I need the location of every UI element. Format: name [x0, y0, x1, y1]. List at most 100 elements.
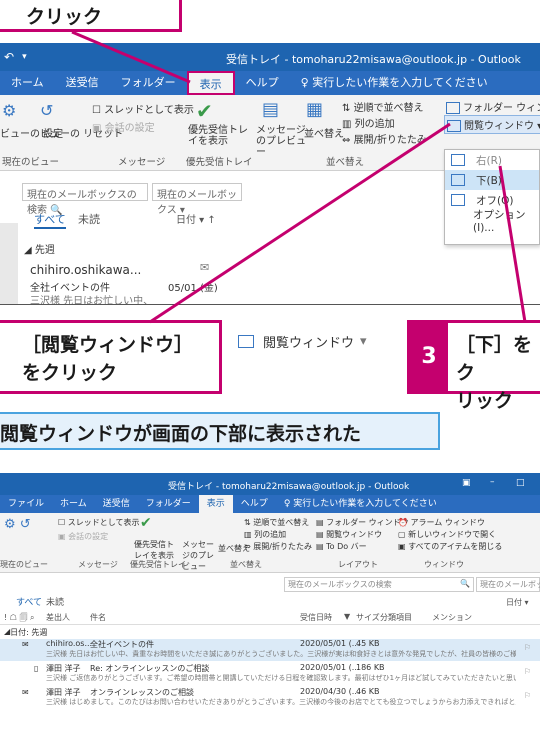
tell-me-box[interactable]: ♀ 実行したい作業を入力してください [276, 495, 445, 513]
header-size[interactable]: サイズ [356, 612, 380, 623]
tab-home[interactable]: ホーム [52, 495, 95, 513]
ribbon-display-icon[interactable]: ▣ [462, 478, 471, 488]
envelope-icon: ✉ [200, 261, 210, 274]
reverse-sort-button[interactable]: ⇅ 逆順で並べ替え [342, 99, 424, 114]
mail-from[interactable]: chihiro.oshikawa... [30, 263, 141, 277]
callout-click-view-tab: クリック [0, 0, 182, 32]
header-mention[interactable]: メンション [432, 612, 472, 623]
row-from: chihiro.os... [46, 639, 93, 648]
ribbon-tabs: ホーム 送受信 フォルダー 表示 ヘルプ ♀ 実行したい作業を入力してください [0, 71, 540, 95]
focused-inbox-icon[interactable]: ✔ [196, 99, 213, 123]
header-received[interactable]: 受信日時 [300, 612, 332, 623]
tab-send-receive[interactable]: 送受信 [55, 71, 110, 95]
todo-bar-button[interactable]: ▤ To Do バー [316, 541, 367, 552]
table-row[interactable]: ▯ 澤田 洋子 Re: オンラインレッスンのご相談 2020/05/01 (..… [0, 663, 540, 685]
header-category[interactable]: 分類項目 [380, 612, 412, 623]
reading-pane-button[interactable]: 閲覧ウィンドウ ▾ [444, 115, 540, 134]
sort-select[interactable]: 日付 ▾ ↑ [176, 211, 216, 226]
tab-home[interactable]: ホーム [0, 71, 55, 95]
focused-inbox-button[interactable]: 優先受信トレイを表示 [188, 125, 248, 147]
view-settings-icon[interactable]: ⚙ [2, 101, 16, 120]
tab-help[interactable]: ヘルプ [235, 71, 290, 95]
filter-all[interactable]: すべて [34, 211, 66, 229]
table-row[interactable]: ✉ 澤田 洋子 オンラインレッスンのご相談 2020/04/30 (... 46… [0, 687, 540, 709]
group-header[interactable]: ◢ 先週 [24, 241, 55, 256]
tab-send-receive[interactable]: 送受信 [95, 495, 138, 513]
message-preview-icon[interactable]: ▤ [262, 99, 279, 120]
tab-folder[interactable]: フォルダー [138, 495, 199, 513]
search-scope-select[interactable]: 現在のメールボックス ▾ [152, 183, 242, 216]
expand-collapse-button[interactable]: ⇔ 展開/折りたたみ [342, 131, 427, 146]
reading-pane-dropdown: 右(R) 下(B) オフ(O) オプション(I)... [444, 149, 540, 245]
lightbulb-icon: ♀ [300, 76, 309, 89]
reading-pane-button[interactable]: ▤ 閲覧ウィンドウ [316, 529, 382, 540]
arrange-icon[interactable]: ▦ [306, 99, 323, 120]
search-input[interactable]: 現在のメールボックスの検索 🔍 [22, 183, 148, 216]
group-focused-inbox: 優先受信トレイ [186, 157, 253, 168]
header-subject[interactable]: 件名 [90, 612, 106, 623]
view-settings-icon[interactable]: ⚙ ↺ [4, 517, 31, 532]
tab-file[interactable]: ファイル [0, 495, 52, 513]
qat-chevron-icon[interactable]: ▾ [22, 52, 27, 62]
group-arrange: 並べ替え [326, 157, 365, 168]
maximize-icon[interactable]: □ [516, 478, 525, 488]
group-current-view: 現在のビュー [0, 560, 48, 569]
close-all-items-button[interactable]: ▣ すべてのアイテムを閉じる [398, 541, 502, 552]
header-from[interactable]: 差出人 [46, 612, 70, 623]
minimize-icon[interactable]: – [490, 477, 495, 487]
row-date: 2020/04/30 (... [300, 687, 360, 696]
search-scope-select[interactable]: 現在のメールボックス [476, 577, 540, 592]
focused-inbox-icon[interactable]: ✔ [140, 515, 152, 531]
open-new-window-button[interactable]: ▢ 新しいウィンドウで開く [398, 529, 496, 540]
off-pane-icon [451, 194, 465, 206]
expand-collapse-button[interactable]: ⇔ 展開/折りたたみ [244, 541, 312, 552]
filter-unread[interactable]: 未読 [46, 595, 64, 608]
right-pane-icon [451, 154, 465, 166]
reverse-sort-button[interactable]: ⇅ 逆順で並べ替え [244, 517, 309, 528]
folder-pane-button[interactable]: ▤ フォルダー ウィンドウ [316, 517, 409, 528]
mail-date: 05/01 (金) [168, 283, 218, 294]
row-date: 2020/05/01 (... [300, 639, 360, 648]
tab-view[interactable]: 表示 [186, 71, 235, 95]
step-number: 3 [410, 323, 448, 391]
arrange-button[interactable]: 並べ替え [304, 125, 344, 140]
tab-folder[interactable]: フォルダー [110, 71, 187, 95]
bottom-pane-icon [451, 174, 465, 186]
message-preview-button[interactable]: メッセージのプレビュー [256, 125, 306, 158]
message-preview-button[interactable]: メッセージのプレビュー [182, 539, 218, 572]
callout-line: をクリック [22, 362, 118, 384]
focused-inbox-button[interactable]: 優先受信トレイを表示 [134, 539, 180, 561]
tell-me-box[interactable]: ♀ 実行したい作業を入力してください [290, 71, 499, 95]
group-header[interactable]: ◢ 日付: 先週 [0, 627, 540, 638]
thread-checkbox[interactable]: ☐ スレッドとして表示 [58, 517, 139, 528]
reading-pane-right[interactable]: 右(R) [445, 150, 539, 170]
tab-view[interactable]: 表示 [198, 495, 233, 513]
sort-select[interactable]: 日付 ▾ [506, 597, 529, 608]
filter-unread[interactable]: 未読 [78, 211, 100, 227]
search-input[interactable]: 現在のメールボックスの検索 🔍 [284, 577, 474, 592]
ribbon-tabs: ファイル ホーム 送受信 フォルダー 表示 ヘルプ ♀ 実行したい作業を入力して… [0, 495, 540, 513]
table-row[interactable]: ✉ chihiro.os... 全社イベントの件 2020/05/01 (...… [0, 639, 540, 661]
window-title: 受信トレイ - tomoharu22misawa@outlook.jp - Ou… [226, 53, 521, 66]
sort-arrow-icon: ▼ [344, 612, 351, 621]
row-preview: 三沢様 ご返信ありがとうございます。ご希望の時間帯と開講していただける日程を確認… [46, 674, 516, 682]
view-reset-icon[interactable]: ↺ [40, 101, 53, 120]
undo-icon[interactable]: ↶ [4, 50, 14, 64]
reading-pane-bottom[interactable]: 下(B) [445, 170, 539, 190]
thread-checkbox[interactable]: ☐ スレッドとして表示 [92, 101, 194, 116]
outlook-window-after: 受信トレイ - tomoharu22misawa@outlook.jp - Ou… [0, 473, 540, 747]
tab-help[interactable]: ヘルプ [233, 495, 276, 513]
flag-icon[interactable]: ⚐ [524, 643, 531, 652]
row-size: 45 KB [356, 639, 380, 648]
group-window: ウィンドウ [424, 560, 464, 569]
flag-icon[interactable]: ⚐ [524, 691, 531, 700]
add-columns-button[interactable]: ▥ 列の追加 [342, 115, 395, 130]
reminders-window-button[interactable]: ⏰ アラーム ウィンドウ [398, 517, 485, 528]
folder-pane-button[interactable]: フォルダー ウィンドウ [446, 99, 540, 114]
row-preview: 三沢様 はじめまして。このたびはお問い合わせいただきありがとうございます。三沢様… [46, 698, 516, 706]
reading-pane-options[interactable]: オプション(I)... [445, 209, 539, 234]
message-list-header: ! ☖ 🗐 ⌕ 差出人 件名 受信日時 ▼ サイズ 分類項目 メンション [0, 612, 540, 625]
filter-all[interactable]: すべて [16, 595, 42, 608]
flag-icon[interactable]: ⚐ [524, 667, 531, 676]
add-columns-button[interactable]: ▥ 列の追加 [244, 529, 286, 540]
